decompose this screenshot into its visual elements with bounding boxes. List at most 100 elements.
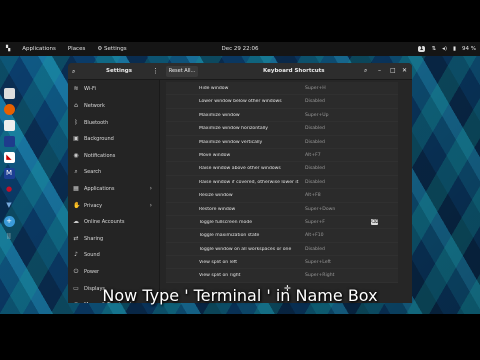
shortcut-row[interactable]: Lower window below other windows Disabled: [166, 95, 398, 109]
settings-window: ⌕ Settings ⋮ Reset All... Keyboard Short…: [68, 63, 412, 303]
shortcut-accelerator: Super+Down: [305, 206, 336, 212]
window-titlebar: ⌕ Settings ⋮ Reset All... Keyboard Short…: [68, 63, 412, 80]
background-icon: ▣: [73, 135, 79, 143]
minimize-icon[interactable]: –: [378, 67, 381, 74]
document-icon[interactable]: [3, 120, 15, 131]
shortcut-name: Resize window: [199, 193, 233, 199]
sidebar-item-background[interactable]: ▣ Background: [68, 131, 160, 148]
shortcut-name: Raise window above other windows: [199, 166, 281, 172]
video-frame: ▚ Applications Places ⚙ Settings Dec 29 …: [0, 0, 480, 360]
shortcut-row[interactable]: Maximize window horizontally Disabled: [166, 122, 398, 136]
shortcut-name: View split on left: [199, 260, 238, 266]
shortcut-row[interactable]: Maximize window vertically Disabled: [166, 135, 398, 149]
shortcut-row[interactable]: Hide window Super+H: [166, 82, 398, 96]
search-shortcuts-icon[interactable]: ⌕: [364, 67, 367, 75]
sidebar-item-network[interactable]: ⌂ Network: [68, 98, 160, 115]
sidebar-item-label: Online Accounts: [84, 219, 125, 226]
settings-app-menu[interactable]: ⚙ Settings: [91, 46, 132, 52]
file-manager-icon[interactable]: [3, 88, 15, 99]
network-status-icon: ⇅: [431, 46, 437, 52]
reset-all-button[interactable]: Reset All...: [166, 66, 198, 77]
shortcut-accelerator: Super+Left: [305, 260, 331, 266]
shortcut-name: View split on right: [199, 273, 241, 279]
pdf-icon[interactable]: ◣: [3, 152, 15, 163]
page-title: Keyboard Shortcuts: [263, 68, 325, 74]
chevron-right-icon: ›: [149, 185, 152, 193]
power-icon: ⏻: [73, 267, 79, 275]
shortcut-list: Hide window Super+H Lower window below oth…: [166, 82, 398, 283]
search-icon: ⌕: [74, 168, 78, 176]
shortcut-name: Hide window: [199, 86, 229, 91]
sidebar-item-label: Sharing: [84, 235, 104, 242]
shortcut-name: Maximize window horizontally: [199, 126, 269, 132]
sidebar-item-sound[interactable]: ♪ Sound: [68, 247, 160, 264]
tool-icon[interactable]: ▼: [4, 200, 15, 211]
sidebar-item-sharing[interactable]: ⇄ Sharing: [68, 230, 160, 247]
cherry-icon[interactable]: ●: [4, 184, 15, 195]
shortcut-row[interactable]: View split on right Super+Right: [166, 269, 398, 283]
shortcut-row[interactable]: Resize window Alt+F8: [166, 189, 398, 203]
maximize-icon[interactable]: □: [390, 67, 396, 74]
shortcut-accelerator: Super+H: [305, 86, 326, 91]
bell-icon: ◉: [73, 151, 79, 159]
sidebar-item-label: Wi-Fi: [84, 86, 96, 93]
shortcut-accelerator: Alt+F10: [305, 233, 324, 239]
shortcut-accelerator: Super+Up: [305, 112, 329, 118]
shortcut-accelerator: Alt+F8: [305, 193, 321, 199]
shortcut-row[interactable]: View split on left Super+Left: [166, 256, 398, 270]
hamburger-menu-icon[interactable]: ⋮: [152, 67, 159, 75]
sidebar-item-label: Notifications: [84, 152, 116, 159]
battery-icon: ▮: [452, 46, 457, 52]
shortcuts-panel: Hide window Super+H Lower window below oth…: [161, 80, 412, 303]
sidebar-item-power[interactable]: ⏻ Power: [68, 264, 160, 281]
network-icon: ⌂: [74, 101, 78, 109]
shortcut-name: Maximize window: [199, 112, 240, 118]
applications-menu[interactable]: Applications: [16, 46, 62, 52]
shortcut-accelerator: Disabled: [305, 126, 325, 132]
sidebar-item-notifications[interactable]: ◉ Notifications: [68, 147, 160, 164]
gear-icon: ⚙: [97, 46, 103, 52]
shortcut-row[interactable]: Toggle window on all workspaces or one Di…: [166, 242, 398, 257]
search-icon[interactable]: ⌕: [72, 68, 75, 76]
clock[interactable]: Dec 29 22:06: [216, 46, 265, 52]
shortcut-name: Restore window: [199, 206, 236, 212]
app-icon[interactable]: +: [3, 216, 15, 227]
shortcut-row[interactable]: Raise window above other windows Disabled: [166, 162, 398, 176]
sidebar-item-bluetooth[interactable]: ᛒ Bluetooth: [68, 114, 160, 131]
firefox-icon[interactable]: [3, 104, 15, 115]
shortcut-accelerator: Disabled: [305, 99, 325, 105]
wifi-icon: ≋: [73, 85, 79, 93]
metasploit-icon[interactable]: M: [3, 168, 15, 179]
speaker-icon: ♪: [74, 251, 78, 259]
sidebar-item-label: Background: [84, 136, 114, 143]
shortcut-row[interactable]: Toggle maximization state Alt+F10: [166, 229, 398, 243]
clear-shortcut-icon[interactable]: ⌫: [371, 218, 378, 225]
shortcut-row[interactable]: Toggle fullscreen mode Super+F ⌫: [166, 215, 398, 230]
activities-icon[interactable]: ▚: [0, 46, 16, 52]
sidebar-item-privacy[interactable]: ✋ Privacy ›: [68, 197, 160, 214]
terminal-icon[interactable]: [3, 136, 15, 147]
shortcut-name: Move window: [199, 152, 231, 158]
shortcut-row[interactable]: Restore window Super+Down: [166, 202, 398, 216]
shortcut-row[interactable]: Maximize window Super+Up: [166, 108, 398, 123]
shortcut-row[interactable]: Raise window if covered, otherwise lower…: [166, 175, 398, 190]
system-tray[interactable]: 1 ⇅ ◂) ▮ 94 %: [417, 46, 476, 52]
share-icon: ⇄: [73, 234, 79, 242]
settings-sidebar: ≋ Wi-Fi ⌂ Network ᛒ Bluetooth ▣ Background ◉ Noti…: [68, 80, 160, 303]
video-caption: Now Type ' Terminal ' in Name Box: [102, 286, 378, 305]
shortcut-name: Toggle window on all workspaces or one: [199, 246, 292, 252]
shortcut-name: Lower window below other windows: [199, 99, 282, 105]
sidebar-item-search[interactable]: ⌕ Search: [68, 164, 160, 181]
sidebar-item-applications[interactable]: ▦ Applications ›: [68, 181, 160, 198]
show-apps-icon[interactable]: ⠿: [4, 232, 15, 243]
shortcut-row[interactable]: Move window Alt+F7: [166, 148, 398, 163]
notification-badge[interactable]: 1: [417, 46, 426, 52]
close-icon[interactable]: ✕: [402, 67, 407, 74]
sidebar-item-wi-fi[interactable]: ≋ Wi-Fi: [68, 81, 160, 98]
shortcut-name: Toggle maximization state: [199, 233, 260, 239]
places-menu[interactable]: Places: [62, 46, 92, 52]
settings-app-label: Settings: [104, 46, 127, 52]
volume-icon: ◂): [442, 46, 447, 52]
shortcut-accelerator: Disabled: [305, 139, 325, 145]
sidebar-item-online-accounts[interactable]: ☁ Online Accounts: [68, 214, 160, 231]
